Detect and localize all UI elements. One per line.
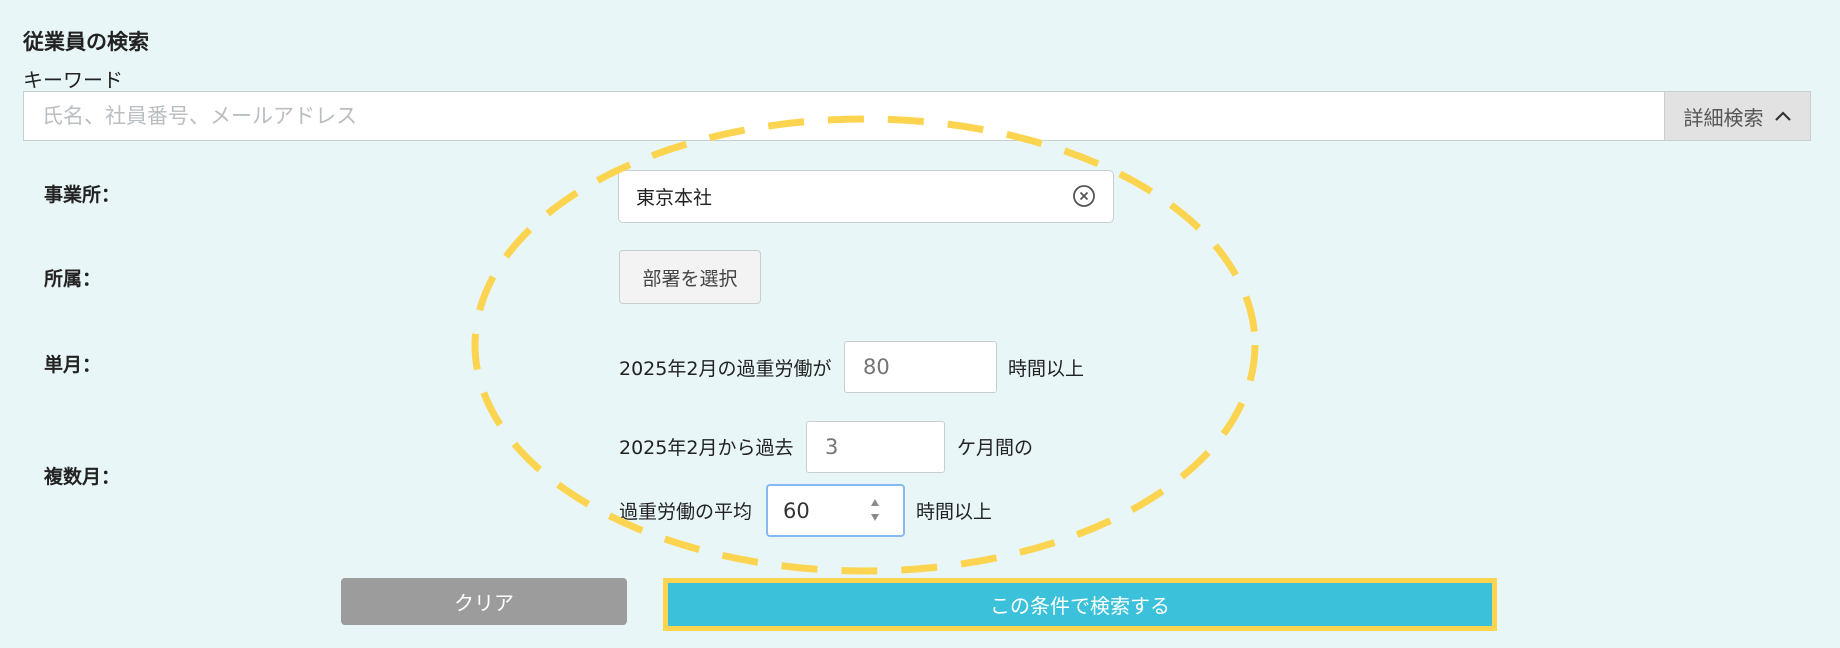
close-circle-icon[interactable] — [1072, 184, 1096, 208]
spinner-arrows-icon[interactable] — [869, 497, 881, 523]
search-with-conditions-button[interactable]: この条件で検索する — [663, 578, 1497, 631]
single-month-hours-input[interactable] — [844, 341, 997, 393]
department-label: 所属： — [44, 268, 102, 290]
multi-month-average-input[interactable] — [766, 484, 905, 537]
single-month-suffix: 時間以上 — [1008, 358, 1085, 380]
office-selected-value: 東京本社 — [636, 187, 713, 209]
page-title: 従業員の検索 — [23, 30, 149, 54]
keyword-search-input[interactable] — [24, 92, 1668, 140]
detail-search-toggle-button[interactable]: 詳細検索 — [1664, 92, 1810, 140]
multi-month-months-input[interactable] — [806, 421, 945, 473]
detail-search-label: 詳細検索 — [1683, 105, 1764, 130]
keyword-search-bar: 詳細検索 — [23, 91, 1811, 141]
office-label: 事業所： — [44, 184, 121, 206]
single-month-prefix: 2025年2月の過重労働が — [619, 358, 832, 380]
multi-month-average-prefix: 過重労働の平均 — [619, 501, 753, 523]
chevron-up-icon — [1774, 111, 1791, 121]
keyword-label: キーワード — [23, 68, 123, 92]
single-month-label: 単月： — [44, 354, 102, 376]
clear-button[interactable]: クリア — [341, 578, 627, 625]
multi-month-label: 複数月： — [44, 466, 121, 488]
multi-month-prefix: 2025年2月から過去 — [619, 437, 794, 459]
select-department-button[interactable]: 部署を選択 — [619, 250, 761, 304]
office-select[interactable]: 東京本社 — [618, 170, 1114, 223]
multi-month-months-suffix: ケ月間の — [957, 437, 1034, 459]
multi-month-average-suffix: 時間以上 — [916, 501, 993, 523]
